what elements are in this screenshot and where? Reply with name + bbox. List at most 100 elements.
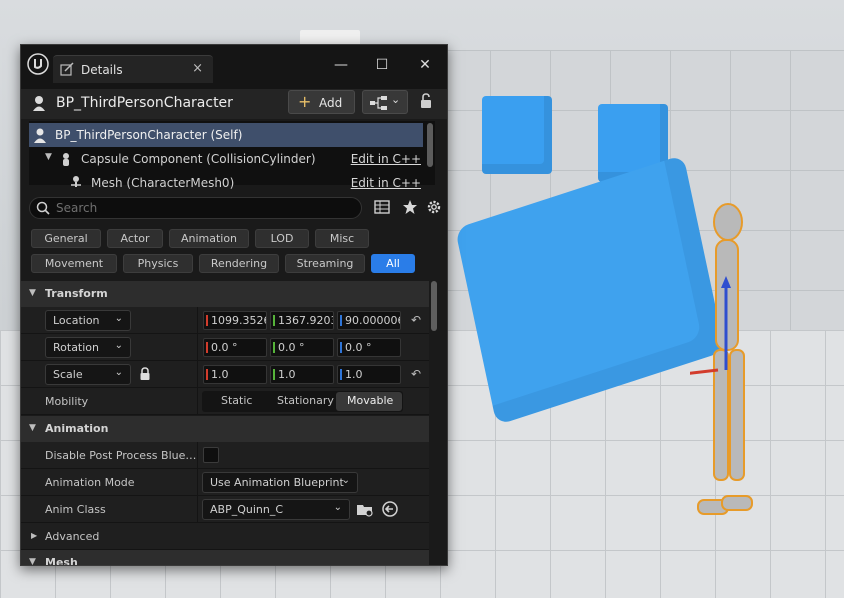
add-component-button[interactable]: + Add <box>288 90 355 114</box>
tree-item-label: Capsule Component (CollisionCylinder) <box>81 152 316 166</box>
anim-class-value: ABP_Quinn_C <box>210 503 284 516</box>
disable-post-process-checkbox[interactable] <box>203 447 219 463</box>
edit-in-cpp-link[interactable]: Edit in C++ <box>351 152 421 166</box>
y-axis-marker <box>273 342 275 353</box>
z-axis-marker <box>340 315 342 326</box>
actor-name: BP_ThirdPersonCharacter <box>56 95 233 111</box>
row-advanced[interactable]: ▶ Advanced <box>21 523 429 550</box>
tree-item-label: Mesh (CharacterMesh0) <box>91 176 235 190</box>
filter-actor[interactable]: Actor <box>107 229 163 248</box>
filter-general[interactable]: General <box>31 229 101 248</box>
filter-lod[interactable]: LOD <box>255 229 309 248</box>
tree-item-self[interactable]: BP_ThirdPersonCharacter (Self) <box>29 123 423 147</box>
section-mesh[interactable]: ▼ Mesh <box>21 550 429 566</box>
tree-scrollbar[interactable] <box>427 123 433 167</box>
location-x-field[interactable]: 1099.3526 <box>203 311 267 330</box>
location-label: Location <box>53 314 100 327</box>
blueprint-options-button[interactable]: ⌄ <box>362 90 408 114</box>
scale-dropdown[interactable]: Scale ⌄ <box>45 364 131 385</box>
y-axis-marker <box>273 369 275 380</box>
mobility-movable[interactable]: Movable <box>347 394 393 407</box>
rotation-z-field[interactable]: 0.0 ° <box>337 338 401 357</box>
section-transform[interactable]: ▼ Transform <box>21 281 429 307</box>
filter-movement[interactable]: Movement <box>31 254 117 273</box>
location-dropdown[interactable]: Location ⌄ <box>45 310 131 331</box>
gear-icon[interactable] <box>425 198 443 216</box>
section-title: Animation <box>45 422 109 435</box>
filter-rendering[interactable]: Rendering <box>199 254 279 273</box>
mobility-stationary[interactable]: Stationary <box>277 394 334 407</box>
blue-cube-left[interactable] <box>482 96 552 174</box>
expand-arrow-icon: ▶ <box>31 531 38 540</box>
anim-class-dropdown[interactable]: ABP_Quinn_C ⌄ <box>202 499 350 520</box>
rotation-dropdown[interactable]: Rotation ⌄ <box>45 337 131 358</box>
row-mobility: Mobility Static Stationary Movable <box>21 388 429 415</box>
collapse-arrow-icon: ▼ <box>29 557 36 566</box>
rotation-x-value: 0.0 ° <box>211 341 238 354</box>
maximize-button[interactable]: ☐ <box>372 57 392 73</box>
x-axis-marker <box>206 369 208 380</box>
character-icon <box>34 128 46 143</box>
z-axis-marker <box>340 369 342 380</box>
chevron-down-icon: ⌄ <box>114 367 123 378</box>
close-window-button[interactable]: ✕ <box>415 57 435 73</box>
tree-item-mesh[interactable]: Mesh (CharacterMesh0) Edit in C++ <box>29 171 423 195</box>
animation-mode-label: Animation Mode <box>45 476 135 489</box>
rotation-z-value: 0.0 ° <box>345 341 372 354</box>
star-icon[interactable] <box>401 198 419 216</box>
scale-x-field[interactable]: 1.0 <box>203 365 267 384</box>
filter-misc[interactable]: Misc <box>315 229 369 248</box>
advanced-label: Advanced <box>45 530 100 543</box>
browse-folder-icon[interactable] <box>356 500 374 518</box>
filter-streaming[interactable]: Streaming <box>285 254 365 273</box>
scale-y-field[interactable]: 1.0 <box>270 365 334 384</box>
row-location: Location ⌄ 1099.3526 1367.9203 90.000006… <box>21 307 429 334</box>
filter-animation[interactable]: Animation <box>169 229 249 248</box>
row-rotation: Rotation ⌄ 0.0 ° 0.0 ° 0.0 ° <box>21 334 429 361</box>
property-scrollbar[interactable] <box>431 281 437 331</box>
scale-z-field[interactable]: 1.0 <box>337 365 401 384</box>
tree-item-capsule[interactable]: ▼ Capsule Component (CollisionCylinder) … <box>29 147 423 171</box>
mobility-selector: Static Stationary Movable <box>202 391 403 412</box>
column-divider <box>197 442 198 468</box>
column-divider <box>197 334 198 360</box>
rotation-x-field[interactable]: 0.0 ° <box>203 338 267 357</box>
filter-all[interactable]: All <box>371 254 415 273</box>
x-axis-marker <box>206 342 208 353</box>
location-z-field[interactable]: 90.000006 <box>337 311 401 330</box>
use-selected-icon[interactable] <box>381 500 399 518</box>
details-header: BP_ThirdPersonCharacter + Add ⌄ <box>21 89 447 119</box>
collapse-arrow-icon: ▼ <box>29 288 36 298</box>
rotation-y-field[interactable]: 0.0 ° <box>270 338 334 357</box>
mobility-static[interactable]: Static <box>221 394 252 407</box>
scale-label: Scale <box>53 368 83 381</box>
location-y-field[interactable]: 1367.9203 <box>270 311 334 330</box>
chevron-down-icon: ⌄ <box>391 93 401 106</box>
scale-y-value: 1.0 <box>278 368 296 381</box>
window-titlebar[interactable]: Details × — ☐ ✕ <box>21 45 447 93</box>
row-animation-mode: Animation Mode Use Animation Blueprint ⌄ <box>21 469 429 496</box>
expand-arrow-icon[interactable]: ▼ <box>45 152 52 162</box>
location-z-value: 90.000006 <box>345 314 401 327</box>
table-view-icon[interactable] <box>373 198 391 216</box>
lock-icon[interactable] <box>419 93 433 109</box>
mannequin-character[interactable] <box>690 200 760 540</box>
animation-mode-value: Use Animation Blueprint <box>210 476 344 489</box>
search-input[interactable] <box>56 200 346 216</box>
row-disable-post-process: Disable Post Process Blue… <box>21 442 429 469</box>
edit-in-cpp-link[interactable]: Edit in C++ <box>351 176 421 190</box>
mobility-label: Mobility <box>45 395 89 408</box>
tab-close-button[interactable]: × <box>192 61 203 76</box>
filter-physics[interactable]: Physics <box>123 254 193 273</box>
column-divider <box>197 361 198 387</box>
section-animation[interactable]: ▼ Animation <box>21 416 429 442</box>
reset-to-default-icon[interactable]: ↶ <box>411 313 421 327</box>
reset-to-default-icon[interactable]: ↶ <box>411 367 421 381</box>
column-divider <box>197 496 198 522</box>
minimize-button[interactable]: — <box>331 57 351 73</box>
collapse-arrow-icon: ▼ <box>29 423 36 433</box>
lock-scale-icon[interactable] <box>139 367 151 381</box>
search-box[interactable] <box>29 197 362 219</box>
tab-details[interactable]: Details × <box>53 55 213 83</box>
animation-mode-dropdown[interactable]: Use Animation Blueprint ⌄ <box>202 472 358 493</box>
